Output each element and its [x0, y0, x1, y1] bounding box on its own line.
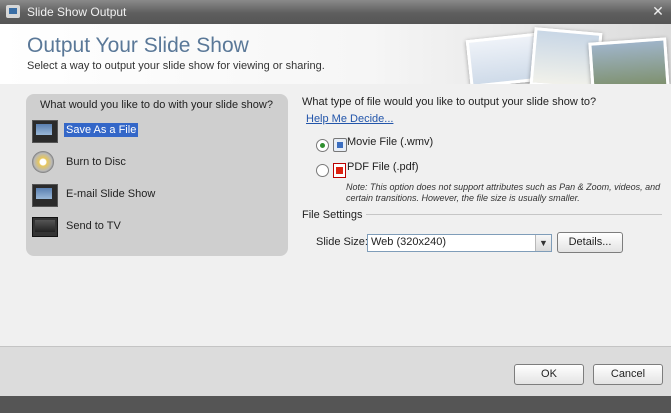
- option-label: Send to TV: [66, 220, 121, 232]
- option-burn-to-disc[interactable]: Burn to Disc: [32, 150, 272, 176]
- output-method-panel: What would you like to do with your slid…: [26, 94, 288, 256]
- option-label: Burn to Disc: [66, 156, 126, 168]
- page-title: Output Your Slide Show: [27, 34, 249, 57]
- option-send-to-tv[interactable]: Send to TV: [32, 214, 272, 240]
- file-settings-divider: [366, 214, 662, 215]
- film-icon: [32, 120, 58, 143]
- slide-show-output-dialog: Slide Show Output ✕ Output Your Slide Sh…: [0, 0, 671, 413]
- app-icon: [6, 5, 20, 18]
- option-label: Save As a File: [64, 123, 139, 137]
- pdf-note: Note: This option does not support attri…: [346, 182, 661, 203]
- file-type-question: What type of file would you like to outp…: [302, 96, 597, 108]
- help-me-decide-link[interactable]: Help Me Decide...: [306, 113, 393, 125]
- option-email-slide-show[interactable]: E-mail Slide Show: [32, 182, 272, 208]
- option-save-as-file[interactable]: Save As a File: [32, 118, 272, 144]
- movie-file-label[interactable]: Movie File (.wmv): [347, 136, 433, 148]
- email-film-icon: [32, 184, 58, 207]
- chevron-down-icon[interactable]: ▼: [535, 235, 551, 251]
- option-label: E-mail Slide Show: [66, 188, 156, 200]
- pdf-file-icon: [333, 163, 346, 178]
- window-title: Slide Show Output: [27, 5, 127, 19]
- dialog-content: What would you like to do with your slid…: [0, 84, 671, 346]
- slide-size-label: Slide Size:: [316, 236, 368, 248]
- movie-file-radio[interactable]: [316, 139, 329, 152]
- bottom-border: [0, 396, 671, 413]
- ok-button[interactable]: OK: [514, 364, 584, 385]
- pdf-file-radio[interactable]: [316, 164, 329, 177]
- page-subtitle: Select a way to output your slide show f…: [27, 60, 325, 72]
- dialog-footer: OK Cancel: [0, 346, 671, 397]
- details-button[interactable]: Details...: [557, 232, 623, 253]
- cancel-button[interactable]: Cancel: [593, 364, 663, 385]
- file-settings-label: File Settings: [302, 209, 363, 221]
- slide-size-value: Web (320x240): [371, 236, 447, 248]
- pdf-file-label[interactable]: PDF File (.pdf): [347, 161, 419, 173]
- tv-icon: [32, 217, 58, 237]
- dialog-header: Output Your Slide Show Select a way to o…: [0, 24, 671, 85]
- header-photo: [588, 37, 670, 84]
- slide-size-select[interactable]: Web (320x240) ▼: [367, 234, 552, 252]
- close-icon[interactable]: ✕: [651, 3, 665, 19]
- disc-icon: [32, 151, 54, 173]
- movie-file-icon: [333, 138, 347, 152]
- output-method-question: What would you like to do with your slid…: [40, 99, 273, 111]
- title-bar: Slide Show Output ✕: [0, 0, 671, 24]
